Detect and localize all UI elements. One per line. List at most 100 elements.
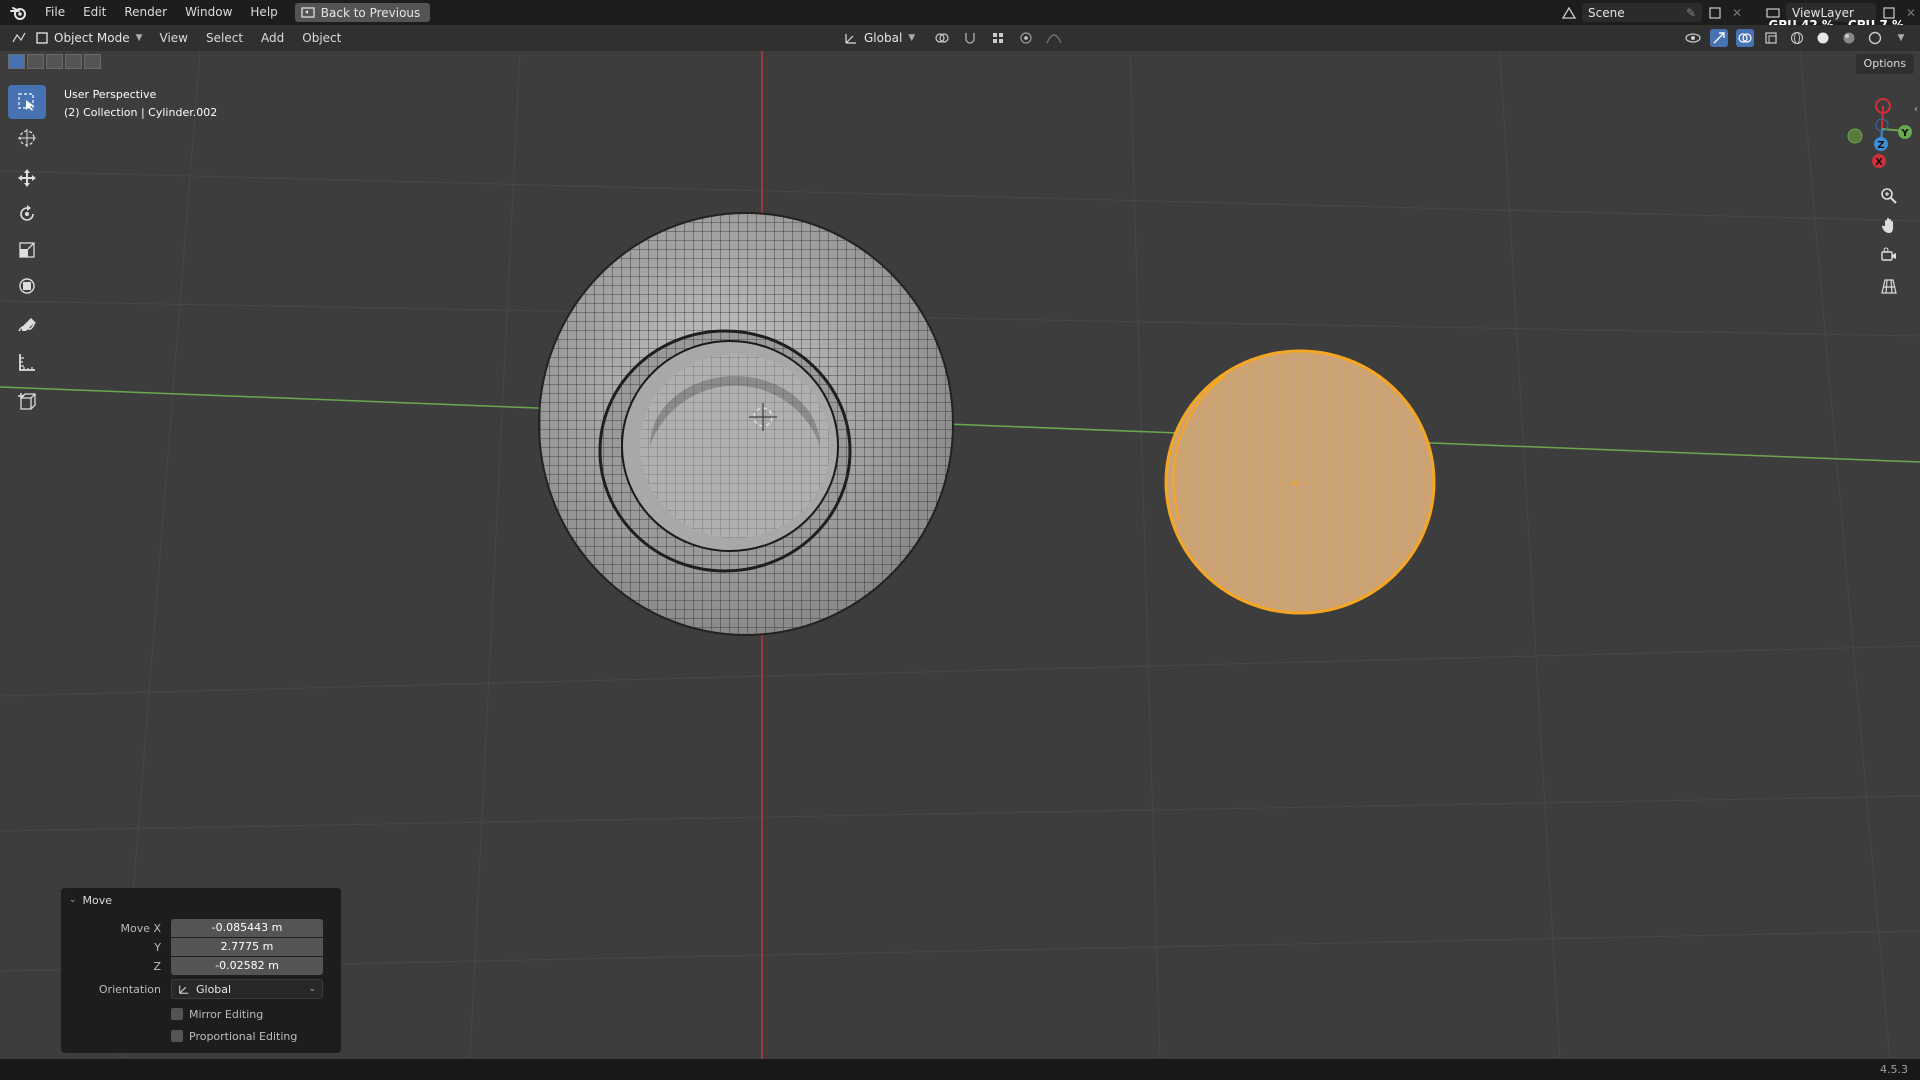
- cursor-icon: [18, 129, 36, 147]
- snap-target-icon[interactable]: [989, 29, 1007, 47]
- header-select-menu[interactable]: Select: [197, 25, 252, 51]
- z-gizmo-label: Z: [1877, 140, 1884, 151]
- orientation-row: Orientation Global ⌄: [61, 979, 341, 999]
- scene-type-icon[interactable]: [1560, 4, 1578, 22]
- remove-scene-icon[interactable]: ✕: [1728, 4, 1746, 22]
- mirror-editing-checkbox[interactable]: Mirror Editing: [171, 1008, 263, 1021]
- menu-help[interactable]: Help: [241, 0, 286, 25]
- chevron-down-icon: ⌄: [69, 895, 77, 905]
- select-extend-mode[interactable]: [27, 54, 44, 69]
- measure-icon: [19, 354, 35, 371]
- wireframe-shading-icon[interactable]: [1788, 29, 1806, 47]
- menu-edit[interactable]: Edit: [74, 0, 115, 25]
- mirror-editing-label: Mirror Editing: [189, 1007, 264, 1021]
- cursor-tool[interactable]: [8, 121, 46, 155]
- move-panel-header[interactable]: ⌄ Move: [61, 888, 341, 912]
- axis-navigation-gizmo[interactable]: Y Z X: [1830, 84, 1920, 174]
- add-cube-icon: [18, 393, 36, 410]
- scale-tool[interactable]: [8, 233, 46, 267]
- header-view-menu[interactable]: View: [151, 25, 197, 51]
- move-z-input[interactable]: -0.02582 m: [171, 957, 323, 975]
- perspective-grid-icon[interactable]: [1874, 271, 1904, 301]
- rotate-tool[interactable]: [8, 197, 46, 231]
- scene-field[interactable]: Scene ✎: [1582, 3, 1702, 22]
- blender-logo-icon[interactable]: [0, 0, 36, 25]
- object-mode-label: Object Mode: [54, 31, 130, 45]
- transform-tools: Global ▼: [836, 25, 1063, 51]
- move-operator-panel: ⌄ Move Move X -0.085443 m Y 2.7775 m Z -…: [61, 888, 341, 1053]
- proportional-editing-box[interactable]: [171, 1030, 183, 1042]
- move-y-label: Y: [154, 940, 161, 954]
- move-x-label: Move X: [120, 921, 161, 935]
- falloff-icon[interactable]: [1045, 29, 1063, 47]
- perspective-label: User Perspective: [64, 88, 157, 101]
- orientation-dropdown[interactable]: Global ⌄: [171, 979, 323, 999]
- proportional-editing-label: Proportional Editing: [189, 1029, 298, 1043]
- annotate-tool[interactable]: [8, 309, 46, 343]
- pan-hand-icon[interactable]: [1874, 211, 1904, 241]
- torus-object: [538, 212, 954, 636]
- move-panel-title: Move: [82, 893, 113, 907]
- chevron-down-icon: ▼: [908, 33, 916, 43]
- y-gizmo-label: Y: [1900, 128, 1909, 139]
- menu-window[interactable]: Window: [176, 0, 241, 25]
- global-axes-icon: [179, 985, 189, 994]
- viewport-shading-tools: ▼: [1684, 25, 1910, 51]
- x-gizmo-label: X: [1875, 157, 1883, 168]
- move-x-input[interactable]: -0.085443 m: [171, 919, 323, 937]
- back-to-previous-button[interactable]: Back to Previous: [294, 3, 431, 22]
- select-subtract-mode[interactable]: [46, 54, 63, 69]
- move-z-row: Z -0.02582 m: [61, 957, 341, 975]
- y-axis-line: [0, 386, 1920, 463]
- proportional-editing-checkbox[interactable]: Proportional Editing: [171, 1030, 297, 1043]
- new-scene-icon[interactable]: [1706, 4, 1724, 22]
- zoom-icon[interactable]: [1874, 181, 1904, 211]
- rendered-shading-icon[interactable]: [1866, 29, 1884, 47]
- header-object-menu[interactable]: Object: [293, 25, 350, 51]
- scale-icon: [19, 242, 35, 258]
- material-shading-icon[interactable]: [1840, 29, 1858, 47]
- menu-file[interactable]: File: [36, 0, 74, 25]
- gizmo-toggle-icon[interactable]: [1710, 29, 1728, 47]
- collection-label: (2) Collection | Cylinder.002: [64, 106, 218, 119]
- menu-render[interactable]: Render: [115, 0, 176, 25]
- tool-shelf: [8, 85, 46, 421]
- screen-icon: [301, 6, 315, 18]
- camera-view-icon[interactable]: [1874, 241, 1904, 271]
- snap-icon[interactable]: [961, 29, 979, 47]
- overlays-icon[interactable]: [1736, 29, 1754, 47]
- transform-tool[interactable]: [8, 269, 46, 303]
- selection-mode-buttons: [8, 54, 101, 69]
- select-new-mode[interactable]: [8, 54, 25, 69]
- select-intersect-mode[interactable]: [84, 54, 101, 69]
- sidebar-toggle-icon[interactable]: ‹: [1914, 104, 1918, 115]
- xray-icon[interactable]: [1762, 29, 1780, 47]
- select-invert-mode[interactable]: [65, 54, 82, 69]
- shading-options-icon[interactable]: ▼: [1892, 29, 1910, 47]
- move-z-label: Z: [153, 959, 161, 973]
- pivot-point-icon[interactable]: [933, 29, 951, 47]
- editor-type-icon[interactable]: [10, 29, 28, 47]
- object-mode-icon: [36, 32, 48, 44]
- solid-shading-icon[interactable]: [1814, 29, 1832, 47]
- select-box-tool[interactable]: [8, 85, 46, 119]
- chevron-down-icon: ▼: [135, 33, 143, 43]
- remove-viewlayer-icon[interactable]: ✕: [1902, 4, 1920, 22]
- orientation-label: Orientation: [98, 982, 161, 996]
- proportional-editing-icon[interactable]: [1017, 29, 1035, 47]
- visibility-icon[interactable]: [1684, 29, 1702, 47]
- rotate-icon: [20, 205, 34, 221]
- header-add-menu[interactable]: Add: [252, 25, 293, 51]
- proportional-editing-row: Proportional Editing: [61, 1027, 341, 1045]
- move-y-input[interactable]: 2.7775 m: [171, 938, 323, 956]
- move-tool[interactable]: [8, 161, 46, 195]
- add-cube-tool[interactable]: [8, 385, 46, 419]
- neg-y-gizmo-ball: [1847, 128, 1863, 144]
- options-dropdown[interactable]: Options: [1855, 54, 1914, 74]
- measure-tool[interactable]: [8, 345, 46, 379]
- version-label: 4.5.3: [1880, 1063, 1908, 1076]
- transform-orientation-dropdown[interactable]: Global ▼: [836, 28, 923, 48]
- mirror-editing-box[interactable]: [171, 1008, 183, 1020]
- pin-icon[interactable]: ✎: [1686, 6, 1696, 20]
- object-mode-dropdown[interactable]: Object Mode ▼: [28, 28, 151, 48]
